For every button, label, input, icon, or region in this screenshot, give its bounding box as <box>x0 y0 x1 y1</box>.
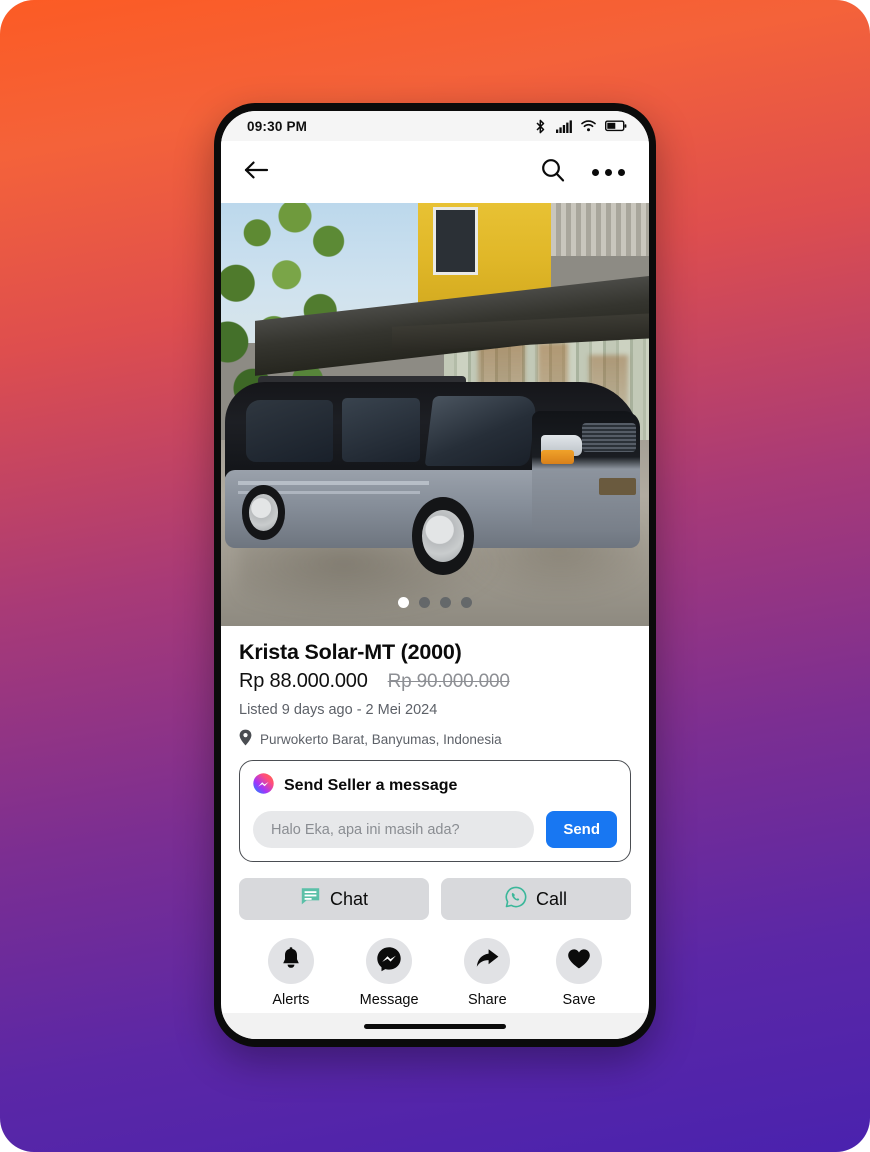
app-nav-bar <box>221 141 649 203</box>
listing-location: Purwokerto Barat, Banyumas, Indonesia <box>239 729 631 749</box>
listing-location-label: Purwokerto Barat, Banyumas, Indonesia <box>260 731 502 747</box>
carousel-dots[interactable] <box>221 597 649 608</box>
carousel-dot-3[interactable] <box>440 597 451 608</box>
car-license-plate <box>598 477 637 496</box>
price-row: Rp 88.000.000 Rp 90.000.000 <box>239 670 631 693</box>
save-action[interactable]: Save <box>556 938 603 1008</box>
message-icon-circle <box>366 938 413 984</box>
location-pin-icon <box>239 729 252 749</box>
car-side-window <box>341 397 421 463</box>
share-icon-circle <box>464 938 511 984</box>
contact-buttons-row: Chat Call <box>239 878 631 920</box>
wifi-icon <box>581 120 596 132</box>
phone-device-frame: 09:30 PM Krista Solar-MT (2000) Rp 88.00… <box>214 103 656 1047</box>
message-card-header: Send Seller a message <box>253 773 617 799</box>
carousel-dot-4[interactable] <box>461 597 472 608</box>
home-indicator[interactable] <box>364 1023 506 1029</box>
car-windshield <box>424 395 537 466</box>
send-button[interactable]: Send <box>546 811 617 848</box>
photo-corrugated-upper <box>550 203 649 256</box>
whatsapp-call-icon <box>505 886 527 913</box>
battery-icon <box>605 120 627 132</box>
car-side-molding <box>237 481 429 485</box>
share-action[interactable]: Share <box>464 938 511 1008</box>
listing-price-original: Rp 90.000.000 <box>387 671 510 692</box>
messenger-icon <box>376 946 402 977</box>
phone-screen: 09:30 PM Krista Solar-MT (2000) Rp 88.00… <box>221 111 649 1039</box>
car-turn-signal <box>540 450 574 464</box>
bottom-action-bar: Alerts Message Share Save <box>239 938 631 1008</box>
listing-photo <box>221 203 649 626</box>
cellular-signal-icon <box>556 119 572 133</box>
more-options-button[interactable] <box>592 168 625 176</box>
listing-details: Krista Solar-MT (2000) Rp 88.000.000 Rp … <box>221 626 649 1008</box>
photo-window <box>432 207 478 275</box>
share-label: Share <box>467 992 507 1008</box>
wallpaper-canvas: 09:30 PM Krista Solar-MT (2000) Rp 88.00… <box>0 0 870 1152</box>
alerts-icon-circle <box>267 938 314 984</box>
message-input-row: Send <box>253 811 617 848</box>
more-options-icon <box>592 168 625 176</box>
search-button[interactable] <box>540 157 566 188</box>
chat-button[interactable]: Chat <box>239 878 429 920</box>
bell-icon <box>280 946 302 976</box>
call-button[interactable]: Call <box>441 878 631 920</box>
listing-date: Listed 9 days ago - 2 Mei 2024 <box>239 702 438 718</box>
chat-button-label: Chat <box>329 888 369 909</box>
status-bar-time: 09:30 PM <box>247 118 308 134</box>
listing-price: Rp 88.000.000 <box>239 670 368 692</box>
chat-box-icon <box>300 887 321 911</box>
save-icon-circle <box>556 938 603 984</box>
alerts-action[interactable]: Alerts <box>267 938 314 1008</box>
status-bar: 09:30 PM <box>221 111 649 141</box>
message-card-heading: Send Seller a message <box>284 777 458 794</box>
car-rear-window <box>246 399 334 463</box>
message-input[interactable] <box>253 811 535 848</box>
back-button[interactable] <box>243 159 269 186</box>
status-bar-icons <box>534 119 627 134</box>
alerts-label: Alerts <box>272 992 310 1008</box>
message-label: Message <box>359 992 419 1008</box>
carousel-dot-2[interactable] <box>419 597 430 608</box>
car-grille <box>582 423 637 453</box>
home-indicator-area <box>221 1013 649 1039</box>
photo-car <box>225 376 641 575</box>
call-button-label: Call <box>535 888 567 909</box>
message-action[interactable]: Message <box>360 938 419 1008</box>
save-label: Save <box>562 992 596 1008</box>
messenger-icon <box>253 773 274 799</box>
search-icon <box>540 157 566 188</box>
heart-icon <box>567 948 591 975</box>
share-arrow-icon <box>475 947 500 975</box>
car-rear-wheel <box>241 485 286 540</box>
photo-tree <box>221 203 421 405</box>
send-seller-message-card: Send Seller a message Send <box>239 760 631 862</box>
back-arrow-icon <box>243 159 269 186</box>
listing-photo-carousel[interactable] <box>221 203 649 626</box>
bluetooth-icon <box>534 119 547 134</box>
car-front-wheel <box>412 497 475 575</box>
carousel-dot-1[interactable] <box>398 597 409 608</box>
listing-title: Krista Solar-MT (2000) <box>239 640 462 664</box>
